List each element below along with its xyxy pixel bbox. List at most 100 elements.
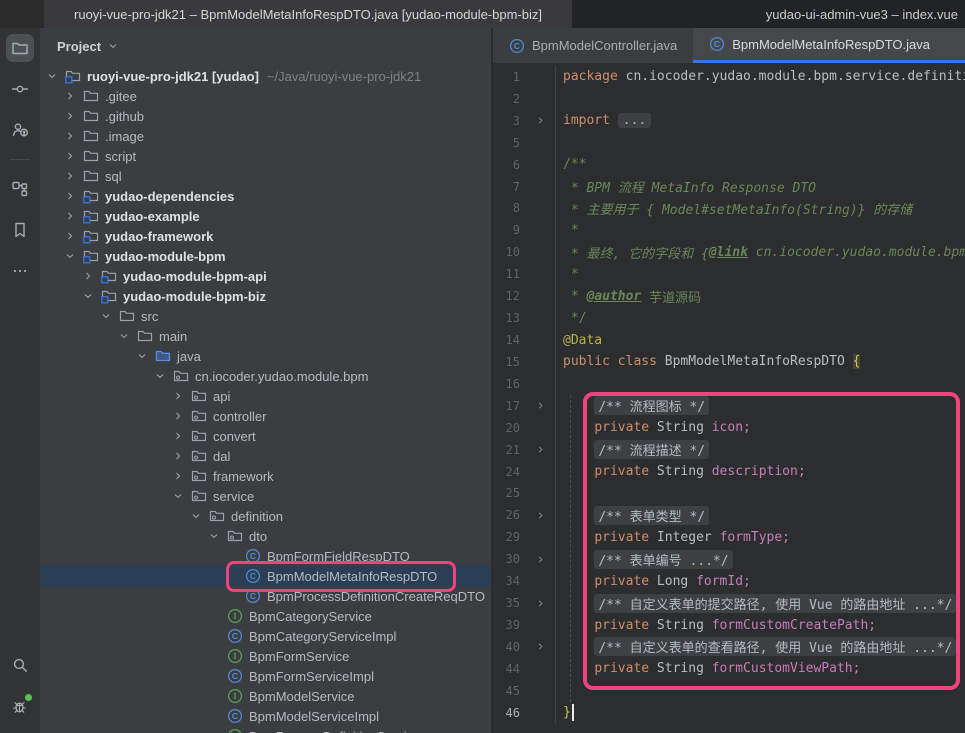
tree-item-java[interactable]: java [40, 346, 491, 366]
code-line-35[interactable]: 35 /** 自定义表单的提交路径, 使用 Vue 的路由地址 ...*/ [493, 592, 965, 614]
code-editor[interactable]: 1package cn.iocoder.yudao.module.bpm.ser… [493, 63, 965, 733]
more-button[interactable] [6, 257, 34, 285]
code-line-34[interactable]: 34 private Long formId; [493, 570, 965, 592]
tree-chevron-down-icon[interactable] [208, 530, 227, 542]
code-line-17[interactable]: 17 /** 流程图标 */ [493, 395, 965, 417]
fold-arrow-icon[interactable] [525, 444, 555, 455]
code-line-2[interactable]: 2 [493, 88, 965, 110]
tree-chevron-right-icon[interactable] [172, 470, 191, 482]
code-line-44[interactable]: 44 private String formCustomViewPath; [493, 658, 965, 680]
fold-arrow-icon[interactable] [525, 641, 555, 652]
commit-button[interactable] [6, 75, 34, 103]
code-line-15[interactable]: 15public class BpmModelMetaInfoRespDTO { [493, 351, 965, 373]
editor-tab-bpmmodelmetainforespdto-java[interactable]: CBpmModelMetaInfoRespDTO.java [693, 28, 965, 63]
tree-item-convert[interactable]: convert [40, 426, 491, 446]
code-line-16[interactable]: 16 [493, 373, 965, 395]
bookmarks-button[interactable] [6, 216, 34, 244]
code-line-25[interactable]: 25 [493, 483, 965, 505]
tree-chevron-right-icon[interactable] [172, 390, 191, 402]
tree-chevron-right-icon[interactable] [82, 270, 101, 282]
tree-chevron-down-icon[interactable] [46, 70, 65, 82]
code-line-40[interactable]: 40 /** 自定义表单的查看路径, 使用 Vue 的路由地址 ...*/ [493, 636, 965, 658]
tree-item-yudao-example[interactable]: yudao-example [40, 206, 491, 226]
tree-chevron-down-icon[interactable] [154, 370, 173, 382]
fold-arrow-icon[interactable] [525, 598, 555, 609]
code-line-30[interactable]: 30 /** 表单编号 ...*/ [493, 548, 965, 570]
tree-item-bpmprocessdefinitionservice[interactable]: IBpmProcessDefinitionService [40, 726, 491, 733]
tree-item-bpmformserviceimpl[interactable]: CBpmFormServiceImpl [40, 666, 491, 686]
code-line-39[interactable]: 39 private String formCustomCreatePath; [493, 614, 965, 636]
code-line-9[interactable]: 9 * [493, 219, 965, 241]
code-line-21[interactable]: 21 /** 流程描述 */ [493, 439, 965, 461]
code-line-1[interactable]: 1package cn.iocoder.yudao.module.bpm.ser… [493, 66, 965, 88]
tree-item--gitee[interactable]: .gitee [40, 86, 491, 106]
tree-item-controller[interactable]: controller [40, 406, 491, 426]
tree-item--github[interactable]: .github [40, 106, 491, 126]
tree-chevron-right-icon[interactable] [64, 170, 83, 182]
tree-item-yudao-module-bpm[interactable]: yudao-module-bpm [40, 246, 491, 266]
tree-chevron-right-icon[interactable] [64, 190, 83, 202]
code-line-24[interactable]: 24 private String description; [493, 461, 965, 483]
tree-item-yudao-dependencies[interactable]: yudao-dependencies [40, 186, 491, 206]
code-line-3[interactable]: 3import ... [493, 110, 965, 132]
tree-item-definition[interactable]: definition [40, 506, 491, 526]
tree-item--image[interactable]: .image [40, 126, 491, 146]
fold-arrow-icon[interactable] [525, 510, 555, 521]
tree-item-yudao-module-bpm-api[interactable]: yudao-module-bpm-api [40, 266, 491, 286]
tree-chevron-down-icon[interactable] [136, 350, 155, 362]
tree-item-script[interactable]: script [40, 146, 491, 166]
tree-item-dto[interactable]: dto [40, 526, 491, 546]
debug-button[interactable] [6, 692, 34, 720]
tree-chevron-right-icon[interactable] [64, 230, 83, 242]
tree-item-ruoyi-vue-pro-jdk21-yudao-[interactable]: ruoyi-vue-pro-jdk21 [yudao]~/Java/ruoyi-… [40, 66, 491, 86]
structure-button[interactable] [6, 175, 34, 203]
fold-arrow-icon[interactable] [525, 554, 555, 565]
tree-item-bpmprocessdefinitioncreatereqdto[interactable]: CBpmProcessDefinitionCreateReqDTO [40, 586, 491, 606]
project-tree[interactable]: ruoyi-vue-pro-jdk21 [yudao]~/Java/ruoyi-… [40, 64, 491, 733]
code-line-45[interactable]: 45 [493, 680, 965, 702]
tree-item-service[interactable]: service [40, 486, 491, 506]
tree-chevron-right-icon[interactable] [172, 450, 191, 462]
tree-chevron-right-icon[interactable] [64, 150, 83, 162]
code-line-20[interactable]: 20 private String icon; [493, 417, 965, 439]
pull-requests-button[interactable] [6, 116, 34, 144]
tree-chevron-right-icon[interactable] [172, 410, 191, 422]
tree-chevron-right-icon[interactable] [172, 430, 191, 442]
code-line-29[interactable]: 29 private Integer formType; [493, 526, 965, 548]
tree-item-sql[interactable]: sql [40, 166, 491, 186]
tree-item-api[interactable]: api [40, 386, 491, 406]
project-button[interactable] [6, 34, 34, 62]
tree-item-bpmmodelserviceimpl[interactable]: CBpmModelServiceImpl [40, 706, 491, 726]
tree-item-cn-iocoder-yudao-module-bpm[interactable]: cn.iocoder.yudao.module.bpm [40, 366, 491, 386]
tree-item-main[interactable]: main [40, 326, 491, 346]
tree-item-yudao-module-bpm-biz[interactable]: yudao-module-bpm-biz [40, 286, 491, 306]
tree-item-bpmcategoryservice[interactable]: IBpmCategoryService [40, 606, 491, 626]
editor-tab-bpmmodelcontroller-java[interactable]: CBpmModelController.java [493, 28, 693, 63]
tree-chevron-down-icon[interactable] [118, 330, 137, 342]
tree-item-bpmmodelservice[interactable]: IBpmModelService [40, 686, 491, 706]
code-line-6[interactable]: 6/** [493, 154, 965, 176]
code-line-11[interactable]: 11 * [493, 263, 965, 285]
tree-item-bpmcategoryserviceimpl[interactable]: CBpmCategoryServiceImpl [40, 626, 491, 646]
tree-item-src[interactable]: src [40, 306, 491, 326]
tree-chevron-down-icon[interactable] [100, 310, 119, 322]
code-line-13[interactable]: 13 */ [493, 307, 965, 329]
tree-chevron-right-icon[interactable] [64, 130, 83, 142]
code-line-14[interactable]: 14@Data [493, 329, 965, 351]
code-line-46[interactable]: 46} [493, 702, 965, 724]
fold-arrow-icon[interactable] [525, 400, 555, 411]
project-panel-header[interactable]: Project [40, 28, 491, 64]
tree-item-bpmformfieldrespdto[interactable]: CBpmFormFieldRespDTO [40, 546, 491, 566]
tree-item-bpmmodelmetainforespdto[interactable]: CBpmModelMetaInfoRespDTO [40, 566, 491, 586]
tree-item-dal[interactable]: dal [40, 446, 491, 466]
tree-chevron-right-icon[interactable] [64, 90, 83, 102]
tree-chevron-right-icon[interactable] [64, 110, 83, 122]
code-line-10[interactable]: 10 * 最终, 它的字段和 {@link cn.iocoder.yudao.m… [493, 241, 965, 263]
tree-item-yudao-framework[interactable]: yudao-framework [40, 226, 491, 246]
tree-chevron-down-icon[interactable] [190, 510, 209, 522]
tree-chevron-down-icon[interactable] [82, 290, 101, 302]
search-button[interactable] [6, 651, 34, 679]
fold-arrow-icon[interactable] [525, 115, 555, 126]
tree-chevron-down-icon[interactable] [64, 250, 83, 262]
tree-chevron-down-icon[interactable] [172, 490, 191, 502]
